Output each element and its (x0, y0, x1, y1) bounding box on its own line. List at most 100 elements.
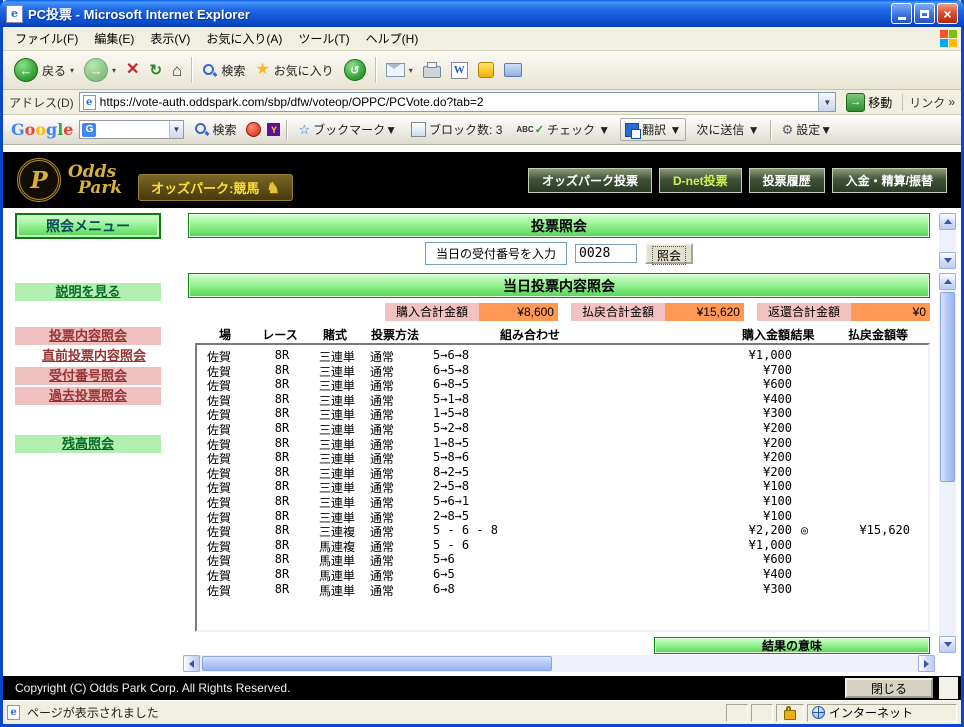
scrollbar-thumb[interactable] (940, 292, 955, 482)
nav-deposit-button[interactable]: 入金・精算/振替 (831, 167, 947, 193)
today-votes-title-label: 当日投票内容照会 (503, 277, 615, 294)
nav-vote-history-button[interactable]: 投票履歴 (748, 167, 825, 193)
top-frame-scrollbar[interactable] (939, 213, 956, 269)
main-frame-scrollbar[interactable] (939, 273, 956, 653)
sidebar-item-vote-inquiry[interactable]: 投票内容照会 (15, 327, 161, 345)
titlebar: e PC投票 - Microsoft Internet Explorer × (0, 0, 964, 27)
close-page-label: 閉じる (870, 681, 907, 696)
refund-total-value: ¥0 (851, 303, 930, 321)
address-input[interactable]: e https://vote-auth.oddspark.com/sbp/dfw… (78, 92, 837, 112)
close-window-button[interactable]: × (937, 3, 958, 24)
sidebar-item-receipt-number-inquiry[interactable]: 受付番号照会 (15, 367, 161, 385)
result-legend-button[interactable]: 結果の意味 (654, 637, 930, 654)
table-row: 佐賀 8R 三連単 通常 5→6→8 ¥1,000 (197, 348, 928, 364)
refund-total-label: 返還合計金額 (756, 303, 851, 321)
scroll-up-button[interactable] (939, 213, 956, 230)
forward-button[interactable]: → ▾ (79, 56, 121, 84)
scroll-up-button[interactable] (939, 273, 956, 290)
oddspark-logo-text[interactable]: Odds Park (68, 164, 122, 197)
cell-result (792, 465, 817, 480)
table-row: 佐賀 8R 馬連単 通常 5→6 ¥600 (197, 552, 928, 569)
nav-dnet-vote-button[interactable]: D-net投票 (658, 167, 742, 193)
scroll-down-button[interactable] (939, 252, 956, 269)
sidebar-item-balance-inquiry[interactable]: 残高照会 (15, 435, 161, 453)
popup-blocker-count: ブロック数: 3 (429, 123, 503, 137)
cell-result (792, 421, 817, 436)
google-search-input[interactable]: G ▼ (79, 120, 185, 139)
search-toolbar-button[interactable]: 検索 (197, 60, 250, 81)
scroll-right-button[interactable] (918, 655, 935, 672)
discuss-button[interactable] (499, 61, 527, 79)
red-badge-icon[interactable] (246, 122, 262, 137)
cell-race: 8R (274, 377, 290, 392)
cell-race: 8R (274, 406, 290, 421)
popup-blocker-button[interactable]: ブロック数: 3 (407, 119, 506, 140)
google-search-button[interactable]: 検索 (190, 119, 240, 140)
cell-place: 佐賀 (207, 495, 232, 510)
maximize-button[interactable] (914, 3, 935, 24)
cell-combo: 1→8→5 (433, 435, 470, 450)
send-to-button[interactable]: 次に送信 ▼ (692, 119, 763, 140)
scroll-down-button[interactable] (939, 636, 956, 653)
scrollbar-track[interactable] (939, 290, 956, 636)
yahoo-badge-icon[interactable]: Y (267, 123, 281, 136)
back-dropdown-icon[interactable]: ▾ (70, 66, 74, 75)
receipt-number-input[interactable] (575, 244, 637, 263)
menu-help[interactable]: ヘルプ(H) (358, 27, 427, 50)
browser-window: e PC投票 - Microsoft Internet Explorer × フ… (0, 0, 964, 727)
back-button[interactable]: ← 戻る ▾ (9, 56, 79, 84)
forward-dropdown-icon[interactable]: ▾ (112, 66, 116, 75)
sidebar-item-help[interactable]: 説明を見る (15, 283, 161, 301)
translate-button[interactable]: 翻訳 ▼ (620, 118, 687, 141)
favorites-button[interactable]: ★ お気に入り (250, 60, 338, 81)
print-button[interactable] (418, 60, 446, 80)
mail-button[interactable]: ▾ (381, 61, 418, 79)
links-button[interactable]: リンク » (902, 93, 955, 111)
status-panel (726, 703, 748, 722)
menu-view[interactable]: 表示(V) (142, 27, 198, 50)
check-mark-icon: ✓ (534, 124, 544, 136)
messenger-button[interactable] (473, 60, 499, 80)
nav-oddspark-vote-button[interactable]: オッズパーク投票 (527, 167, 652, 193)
stop-button[interactable]: ✕ (121, 60, 144, 80)
cell-amount: ¥700 (763, 362, 792, 377)
menu-file[interactable]: ファイル(F) (7, 27, 86, 50)
cell-place: 佐賀 (207, 554, 232, 569)
google-settings-button[interactable]: ⚙ 設定▼ (778, 119, 837, 140)
horizontal-scrollbar[interactable] (183, 655, 935, 672)
scrollbar-track[interactable] (200, 655, 918, 672)
home-button[interactable]: ⌂ (167, 60, 187, 81)
page-icon: e (82, 94, 96, 110)
menu-tools[interactable]: ツール(T) (290, 27, 357, 50)
sidebar-item-latest-vote-inquiry[interactable]: 直前投票内容照会 (13, 347, 175, 365)
inquiry-submit-button[interactable]: 照会 (645, 243, 694, 265)
site-tagline-badge: オッズパーク:競馬 ♞ (138, 174, 293, 201)
scrollbar-thumb[interactable] (202, 656, 552, 671)
google-search-dropdown-icon[interactable]: ▼ (168, 121, 184, 138)
edit-word-button[interactable]: W (446, 60, 473, 81)
cell-type: 三連単 (318, 481, 355, 496)
scroll-left-button[interactable] (183, 655, 200, 672)
go-button[interactable]: → 移動 (841, 92, 897, 113)
google-bookmarks-button[interactable]: ☆ ブックマーク▼ (294, 119, 401, 140)
refresh-button[interactable]: ↻ (144, 61, 167, 80)
spellcheck-button[interactable]: ABC ✓ チェック ▼ (512, 119, 614, 140)
cell-place: 佐賀 (207, 350, 232, 364)
cell-amount: ¥200 (763, 435, 792, 450)
cell-method: 通常 (370, 495, 395, 510)
table-header-row: 場 レース 賭式 投票方法 組み合わせ 購入金額 結果 払戻金額等 (195, 326, 930, 342)
minimize-button[interactable] (891, 3, 912, 24)
sidebar-item-past-vote-inquiry[interactable]: 過去投票照会 (15, 387, 161, 405)
cell-payout (817, 348, 910, 363)
sidebar-title: 照会メニュー (15, 213, 161, 239)
payout-total-value: ¥15,620 (664, 303, 744, 321)
menu-favorites[interactable]: お気に入り(A) (198, 27, 290, 50)
close-page-button[interactable]: 閉じる (845, 678, 933, 698)
table-row: 佐賀 8R 三連単 通常 6→8→5 ¥600 (197, 377, 928, 393)
oddspark-logo-icon[interactable]: P (17, 158, 61, 202)
mail-dropdown-icon[interactable]: ▾ (409, 66, 413, 75)
address-dropdown-icon[interactable]: ▼ (818, 93, 836, 111)
menu-edit[interactable]: 編集(E) (86, 27, 142, 50)
history-button[interactable]: ↺ (339, 57, 371, 83)
col-bet-type: 賭式 (322, 328, 347, 342)
